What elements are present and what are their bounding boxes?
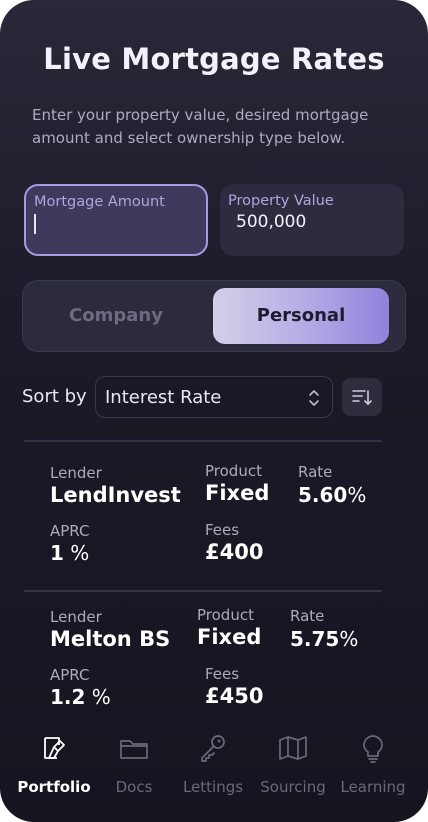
- product-label: Product: [197, 606, 254, 624]
- fees-label: Fees: [205, 521, 240, 539]
- product-label: Product: [205, 462, 262, 480]
- sort-by-label: Sort by: [22, 386, 87, 407]
- mortgage-amount-field[interactable]: Mortgage Amount: [24, 184, 208, 256]
- nav-label: Portfolio: [17, 778, 91, 796]
- nav-item-docs[interactable]: Docs: [94, 732, 174, 796]
- results-list[interactable]: Lender LendInvest Product Fixed Rate 5.6…: [0, 440, 428, 708]
- lightbulb-icon: [333, 732, 413, 764]
- rate-value: 5.60%: [298, 483, 367, 507]
- aprc-value: 1 %: [50, 541, 90, 565]
- chevron-up-down-icon: [308, 388, 320, 412]
- rate-value: 5.75%: [290, 627, 359, 651]
- lender-label: Lender: [50, 464, 102, 482]
- intro-text: Enter your property value, desired mortg…: [32, 106, 369, 147]
- sort-order-button[interactable]: [342, 378, 382, 416]
- divider: [24, 440, 382, 442]
- ownership-option-personal[interactable]: Personal: [213, 288, 389, 344]
- page-title: Live Mortgage Rates: [43, 42, 385, 76]
- sort-by-value: Interest Rate: [105, 387, 222, 408]
- aprc-label: APRC: [50, 522, 90, 540]
- nav-item-lettings[interactable]: Lettings: [173, 732, 253, 796]
- ownership-toggle: Company Personal: [22, 280, 406, 352]
- sort-by-select[interactable]: Interest Rate: [95, 376, 333, 418]
- nav-label: Lettings: [182, 778, 244, 796]
- key-icon: [173, 732, 253, 764]
- fees-label: Fees: [205, 665, 240, 683]
- product-value: Fixed: [205, 481, 270, 505]
- text-cursor: [34, 214, 36, 234]
- nav-label: Learning: [340, 778, 406, 796]
- folder-icon: [94, 732, 174, 764]
- lender-name: Melton BS: [50, 627, 171, 651]
- nav-label: Sourcing: [260, 778, 326, 796]
- ownership-option-company[interactable]: Company: [28, 288, 204, 344]
- app-screen: Live Mortgage Rates Enter your property …: [0, 0, 428, 822]
- lender-label: Lender: [50, 608, 102, 626]
- property-value-input[interactable]: 500,000: [236, 212, 306, 232]
- property-value-field[interactable]: Property Value 500,000: [220, 184, 404, 256]
- nav-item-portfolio[interactable]: Portfolio: [14, 732, 94, 796]
- bottom-nav: Portfolio Docs Lettings Sourcing Learnin…: [0, 708, 428, 822]
- divider: [24, 590, 382, 592]
- product-value: Fixed: [197, 625, 262, 649]
- rate-label: Rate: [298, 463, 333, 481]
- fees-value: £450: [205, 684, 264, 708]
- nav-label: Docs: [115, 778, 153, 796]
- aprc-label: APRC: [50, 666, 90, 684]
- aprc-value: 1.2 %: [50, 685, 111, 708]
- mortgage-amount-input[interactable]: [34, 212, 194, 236]
- fees-value: £400: [205, 540, 264, 564]
- nav-item-learning[interactable]: Learning: [333, 732, 413, 796]
- result-card[interactable]: Lender LendInvest Product Fixed Rate 5.6…: [0, 456, 428, 606]
- property-value-label: Property Value: [228, 193, 334, 209]
- lender-name: LendInvest: [50, 483, 181, 507]
- result-card[interactable]: Lender Melton BS Product Fixed Rate 5.75…: [0, 600, 428, 708]
- nav-item-sourcing[interactable]: Sourcing: [253, 732, 333, 796]
- mortgage-amount-label: Mortgage Amount: [34, 194, 165, 210]
- rate-label: Rate: [290, 607, 325, 625]
- map-icon: [253, 732, 333, 764]
- portfolio-icon: [14, 732, 94, 764]
